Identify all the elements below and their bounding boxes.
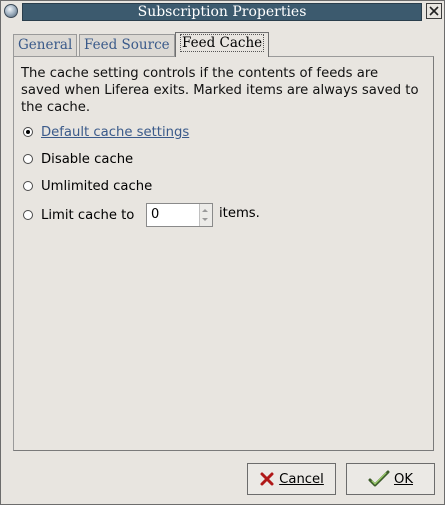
radio-default-cache-indicator[interactable] [23, 127, 33, 137]
radio-limit-cache-label: Limit cache to [41, 207, 135, 223]
items-suffix-label: items. [219, 206, 260, 221]
tab-feed-cache[interactable]: Feed Cache [175, 32, 270, 57]
cancel-x-icon [260, 472, 274, 486]
cancel-button-label: Cancel [279, 471, 324, 487]
close-button[interactable] [426, 3, 442, 19]
tab-feed-source[interactable]: Feed Source [79, 34, 175, 56]
spin-down-arrow-icon[interactable] [202, 218, 208, 221]
window-title: Subscription Properties [22, 3, 422, 21]
radio-limit-cache-indicator[interactable] [23, 210, 33, 220]
tab-general-label: General [18, 37, 73, 53]
spin-buttons[interactable] [199, 204, 212, 226]
window-menu-icon[interactable] [4, 4, 18, 18]
radio-limit-cache[interactable]: Limit cache to [23, 205, 134, 225]
cancel-button[interactable]: Cancel [247, 463, 336, 495]
radio-disable-cache[interactable]: Disable cache [23, 149, 133, 169]
radio-unlimited-cache-indicator[interactable] [23, 181, 33, 191]
radio-disable-cache-indicator[interactable] [23, 154, 33, 164]
radio-disable-cache-label: Disable cache [41, 151, 134, 167]
spin-up-arrow-icon[interactable] [202, 209, 208, 212]
limit-cache-value[interactable]: 0 [151, 207, 159, 222]
title-bar: Subscription Properties [1, 1, 444, 23]
ok-button-label: OK [393, 471, 414, 487]
cache-description: The cache setting controls if the conten… [21, 66, 419, 115]
tab-feed-cache-label: Feed Cache [180, 34, 265, 52]
radio-default-cache[interactable]: Default cache settings [23, 122, 189, 142]
subscription-properties-dialog: Subscription Properties General Feed Sou… [0, 0, 445, 505]
tab-general[interactable]: General [13, 34, 78, 56]
ok-check-icon [368, 470, 390, 487]
radio-unlimited-cache-label: Umlimited cache [41, 178, 153, 194]
radio-default-cache-label: Default cache settings [41, 124, 190, 140]
tab-feed-source-label: Feed Source [84, 37, 170, 53]
ok-button[interactable]: OK [346, 463, 435, 495]
radio-unlimited-cache[interactable]: Umlimited cache [23, 176, 152, 196]
limit-cache-spinbox[interactable]: 0 [146, 203, 213, 227]
close-icon [429, 6, 439, 16]
